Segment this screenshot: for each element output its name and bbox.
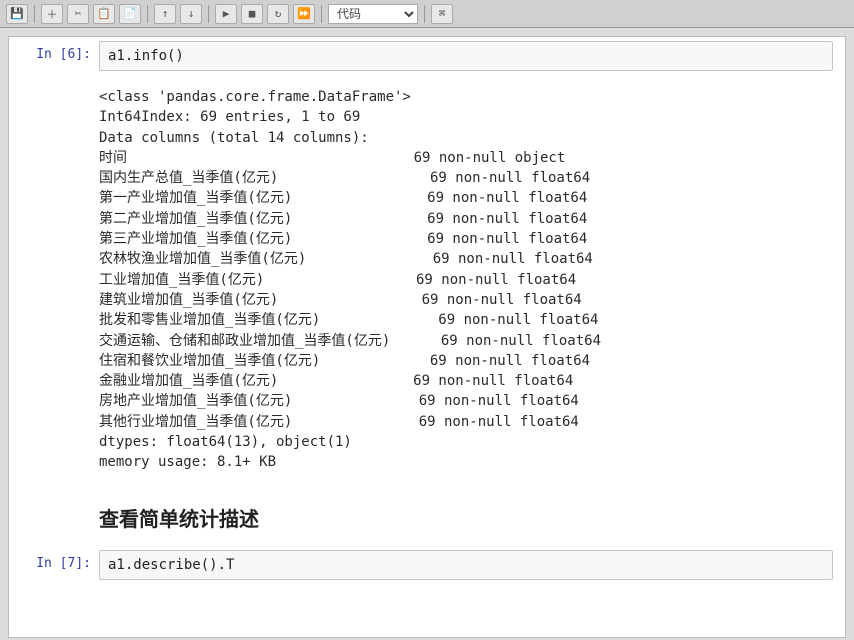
input-prompt: In [7]: <box>9 550 99 571</box>
toolbar: 💾 ＋ ✂ 📋 📄 ↑ ↓ ▶ ■ ↻ ⏩ 代码 ⌘ <box>0 0 854 28</box>
save-icon[interactable]: 💾 <box>6 4 28 24</box>
cell-type-select[interactable]: 代码 <box>328 4 418 24</box>
code-editor[interactable]: a1.describe().T <box>99 550 833 580</box>
cut-icon[interactable]: ✂ <box>67 4 89 24</box>
output-prompt <box>9 79 99 85</box>
markdown-prompt <box>9 485 99 491</box>
run-icon[interactable]: ▶ <box>215 4 237 24</box>
move-down-icon[interactable]: ↓ <box>180 4 202 24</box>
fast-forward-icon[interactable]: ⏩ <box>293 4 315 24</box>
output-cell-6: <class 'pandas.core.frame.DataFrame'> In… <box>9 75 845 481</box>
copy-icon[interactable]: 📋 <box>93 4 115 24</box>
code-editor[interactable]: a1.info() <box>99 41 833 71</box>
notebook-container: In [6]: a1.info() <class 'pandas.core.fr… <box>8 36 846 638</box>
output-text: <class 'pandas.core.frame.DataFrame'> In… <box>99 79 833 477</box>
add-cell-icon[interactable]: ＋ <box>41 4 63 24</box>
command-palette-icon[interactable]: ⌘ <box>431 4 453 24</box>
markdown-heading: 查看简单统计描述 <box>99 503 833 532</box>
markdown-cell[interactable]: 查看简单统计描述 <box>9 481 845 546</box>
code-cell-7[interactable]: In [7]: a1.describe().T <box>9 546 845 584</box>
restart-icon[interactable]: ↻ <box>267 4 289 24</box>
input-prompt: In [6]: <box>9 41 99 62</box>
code-cell-6[interactable]: In [6]: a1.info() <box>9 37 845 75</box>
stop-icon[interactable]: ■ <box>241 4 263 24</box>
paste-icon[interactable]: 📄 <box>119 4 141 24</box>
move-up-icon[interactable]: ↑ <box>154 4 176 24</box>
